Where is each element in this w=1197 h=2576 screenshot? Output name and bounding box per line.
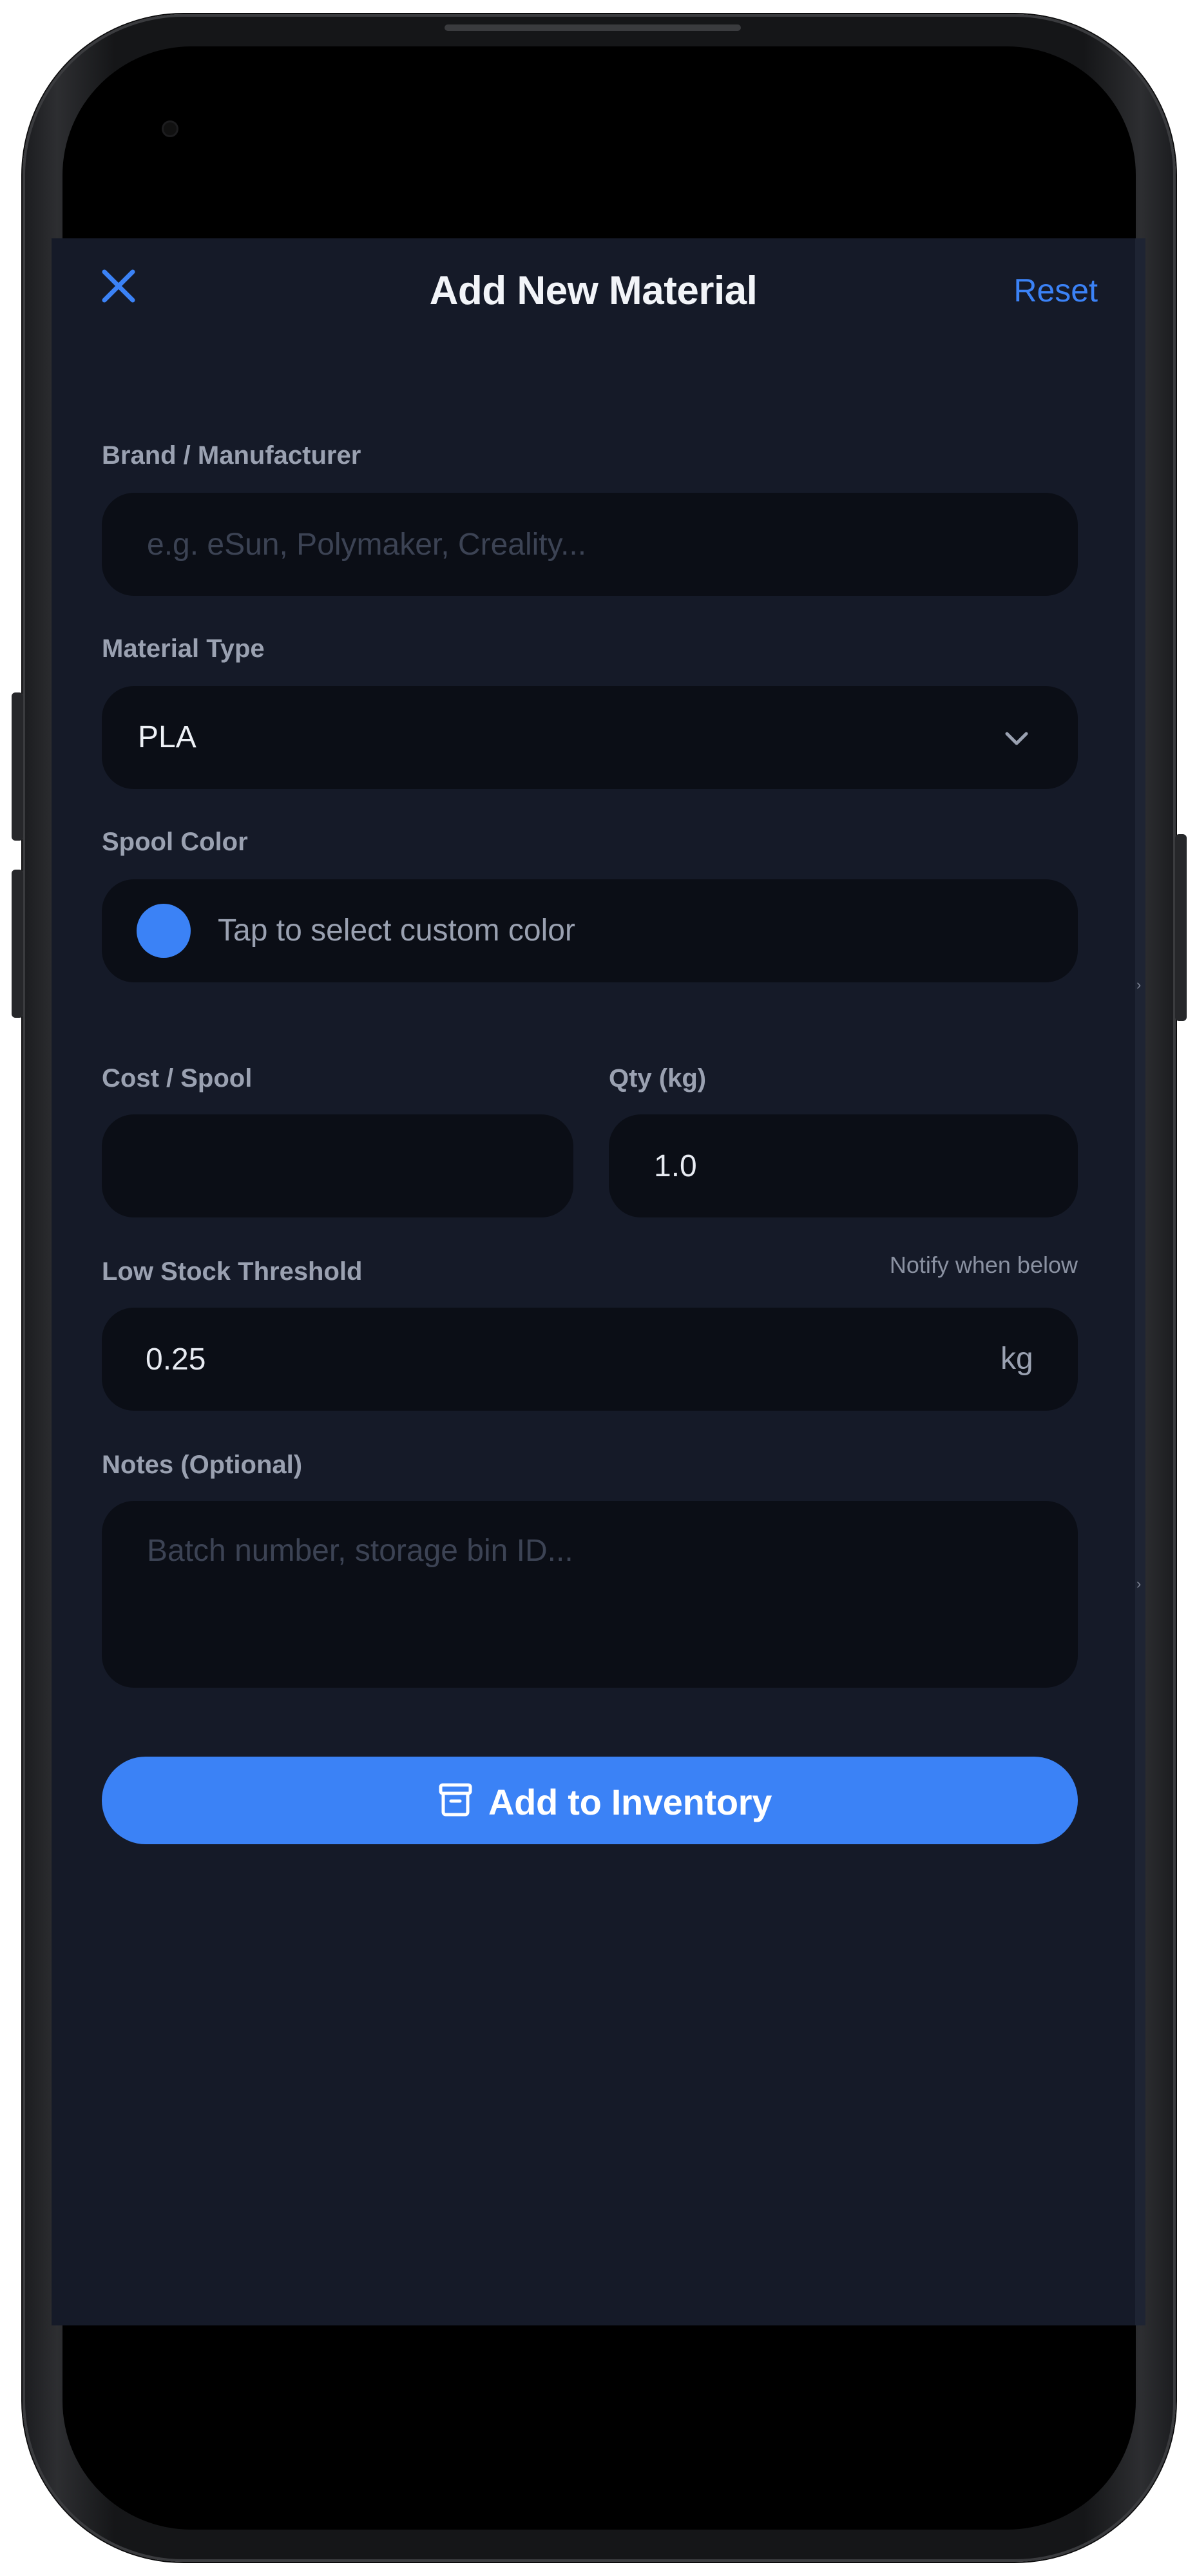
- spool-color-prompt: Tap to select custom color: [218, 913, 575, 948]
- chevron-down-icon: [1001, 722, 1033, 754]
- cost-field[interactable]: [102, 1114, 573, 1217]
- spool-color-label: Spool Color: [102, 828, 248, 856]
- top-notch-edge: [445, 24, 741, 31]
- material-type-label: Material Type: [102, 634, 265, 663]
- qty-label: Qty (kg): [609, 1064, 707, 1092]
- qty-input[interactable]: [653, 1114, 1034, 1217]
- app-screen: › › Add New Material Reset Brand / Manuf…: [52, 238, 1145, 2325]
- low-stock-hint: Notify when below: [889, 1252, 1078, 1278]
- low-stock-label: Low Stock Threshold: [102, 1257, 363, 1286]
- low-stock-input[interactable]: [102, 1308, 1078, 1411]
- notes-textarea[interactable]: [146, 1532, 1034, 1657]
- canvas: › › Add New Material Reset Brand / Manuf…: [0, 0, 1197, 2576]
- brand-input[interactable]: [146, 493, 1034, 596]
- material-type-select[interactable]: PLA: [102, 686, 1078, 789]
- edge-handle-icon: ›: [1136, 977, 1142, 993]
- scrollbar[interactable]: [1135, 238, 1145, 2325]
- low-stock-field[interactable]: kg: [102, 1308, 1078, 1411]
- brand-field[interactable]: [102, 493, 1078, 596]
- material-type-value: PLA: [138, 720, 196, 754]
- edge-handle-icon: ›: [1136, 1576, 1142, 1592]
- page-title: Add New Material: [429, 269, 758, 313]
- front-camera: [164, 122, 177, 135]
- spool-color-picker[interactable]: Tap to select custom color: [102, 879, 1078, 982]
- cost-label: Cost / Spool: [102, 1064, 253, 1092]
- notes-field[interactable]: [102, 1501, 1078, 1688]
- archive-box-icon: [436, 1780, 475, 1820]
- power-button: [1175, 834, 1187, 1021]
- notes-label: Notes (Optional): [102, 1451, 303, 1479]
- color-swatch: [137, 904, 191, 958]
- low-stock-unit: kg: [1001, 1342, 1033, 1376]
- volume-down-button: [12, 870, 23, 1018]
- cost-input[interactable]: [146, 1114, 530, 1217]
- add-to-inventory-label: Add to Inventory: [488, 1782, 772, 1822]
- reset-button[interactable]: Reset: [1013, 272, 1098, 309]
- brand-label: Brand / Manufacturer: [102, 441, 361, 470]
- volume-up-button: [12, 692, 23, 841]
- qty-field[interactable]: [609, 1114, 1078, 1217]
- header: Add New Material Reset: [52, 238, 1135, 341]
- add-to-inventory-button[interactable]: Add to Inventory: [102, 1757, 1078, 1844]
